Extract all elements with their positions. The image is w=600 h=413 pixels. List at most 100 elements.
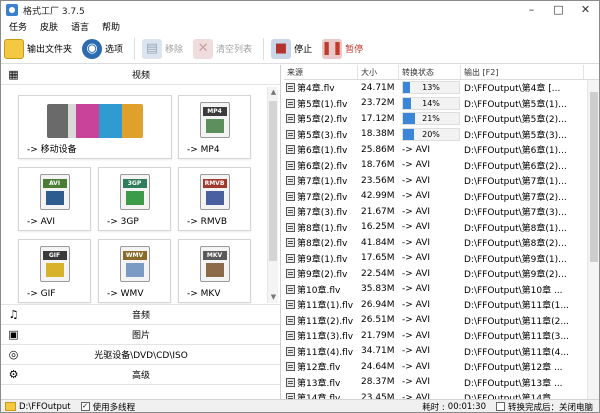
table-row[interactable]: 第5章(1).flv 23.72M 14% D:\FFOutput\第5章(1)... — [284, 96, 599, 112]
output-cell: D:\FFOutput\第6章(2)... — [464, 161, 567, 172]
stop-button[interactable]: ■ 停止 — [268, 36, 315, 62]
tile-avi[interactable]: AVI -> AVI — [18, 167, 91, 231]
progress-bar: 20% — [402, 127, 460, 141]
table-row[interactable]: 第4章.flv 24.71M 13% D:\FFOutput\第4章 [... — [284, 80, 599, 96]
table-row[interactable]: 第5章(3).flv 18.38M 20% D:\FFOutput\第5章(3)... — [284, 127, 599, 143]
table-row[interactable]: 第11章(1).flv 26.94M -> AVI D:\FFOutput\第11章(… — [284, 297, 599, 313]
toolbar-divider — [134, 37, 136, 60]
table-row[interactable]: 第7章(2).flv 42.99M -> AVI D:\FFOutput\第7章(2)… — [284, 189, 599, 205]
video-file-icon — [286, 207, 295, 217]
table-row[interactable]: 第11章(3).flv 21.79M -> AVI D:\FFOutput\第11章(… — [284, 328, 599, 344]
column-status[interactable]: 转换状态 — [399, 65, 461, 79]
options-button[interactable]: ◉ 选项 — [79, 36, 126, 62]
elapsed-time: 00:01:30 — [447, 401, 486, 412]
window-title: 格式工厂 3.7.5 — [23, 6, 85, 17]
tile-mobile-device[interactable]: -> 移动设备 — [18, 95, 172, 159]
video-file-icon — [286, 145, 295, 155]
elapsed-label: 耗时 : — [422, 402, 445, 413]
status-cell: -> AVI — [402, 268, 431, 279]
tile-mobile-device-label: -> 移动设备 — [27, 145, 77, 155]
function-panel-scrollbar[interactable]: ▲ ▼ — [267, 87, 278, 303]
maximize-button[interactable]: □ — [545, 1, 572, 19]
category-optical-drive-label: 光驱设备\DVD\CD\ISO — [94, 351, 188, 361]
tile-gif-label: -> GIF — [27, 289, 56, 299]
table-row[interactable]: 第7章(1).flv 23.56M -> AVI D:\FFOutput\第7章(1)… — [284, 173, 599, 189]
tile-3gp[interactable]: 3GP -> 3GP — [98, 167, 171, 231]
scroll-down-icon[interactable]: ▼ — [268, 292, 279, 303]
close-button[interactable]: ✕ — [572, 1, 599, 19]
clear-list-label: 清空列表 — [216, 45, 253, 55]
column-source[interactable]: 来源 — [284, 65, 358, 79]
pause-button[interactable]: ❚❚ 暂停 — [319, 36, 366, 62]
table-row[interactable]: 第11章(4).flv 34.71M -> AVI D:\FFOutput\第11章(… — [284, 344, 599, 360]
size-cell: 28.37M — [361, 377, 395, 388]
size-cell: 42.99M — [361, 191, 395, 202]
task-list-scrollbar[interactable] — [587, 80, 599, 399]
status-cell: -> AVI — [402, 222, 431, 233]
table-row[interactable]: 第13章.flv 28.37M -> AVI D:\FFOutput\第13章 ... — [284, 375, 599, 391]
category-audio[interactable]: ♫ 音频 — [1, 305, 280, 325]
scroll-thumb[interactable] — [269, 101, 277, 261]
menu-task[interactable]: 任务 — [9, 20, 27, 33]
status-cell: -> AVI — [402, 377, 431, 388]
table-row[interactable]: 第9章(2).flv 22.54M -> AVI D:\FFOutput\第9章(2)… — [284, 266, 599, 282]
size-cell: 21.79M — [361, 330, 395, 341]
table-row[interactable]: 第8章(1).flv 16.25M -> AVI D:\FFOutput\第8章(1)… — [284, 220, 599, 236]
remove-button[interactable]: ▤ 移除 — [139, 36, 186, 62]
table-row[interactable]: 第14章.flv23.45M-> AVID:\FFOutput\第14章 ... — [284, 390, 599, 399]
output-cell: D:\FFOutput\第5章(3)... — [464, 130, 567, 141]
menu-bar: 任务 皮肤 语言 帮助 — [1, 19, 599, 33]
output-folder-button[interactable]: 输出文件夹 — [1, 36, 75, 62]
menu-language[interactable]: 语言 — [71, 20, 89, 33]
category-video-label: 视频 — [131, 71, 150, 81]
status-cell: 13% — [399, 81, 461, 95]
shutdown-checkbox[interactable] — [495, 402, 505, 411]
remove-label: 移除 — [165, 45, 184, 55]
stop-label: 停止 — [294, 45, 313, 55]
progress-bar: 13% — [402, 81, 460, 95]
video-file-icon — [286, 284, 295, 294]
multithread-checkbox[interactable]: ✓ — [80, 402, 90, 411]
tile-mkv[interactable]: MKV -> MKV — [178, 239, 251, 303]
status-cell: -> AVI — [402, 253, 431, 264]
output-cell: D:\FFOutput\第11章(1... — [464, 301, 569, 312]
mkv-icon: MKV — [199, 246, 230, 282]
category-advanced[interactable]: ⚙ 高级 — [1, 365, 280, 385]
video-file-icon — [286, 315, 295, 325]
source-cell: 第8章(2).flv — [284, 236, 358, 249]
table-row[interactable]: 第12章.flv 24.64M -> AVI D:\FFOutput\第12章 ... — [284, 359, 599, 375]
video-file-icon — [286, 222, 295, 232]
output-cell: D:\FFOutput\第12章 ... — [464, 363, 563, 374]
table-row[interactable]: 第9章(1).flv 17.65M -> AVI D:\FFOutput\第9章(1)… — [284, 251, 599, 267]
toolbar: 输出文件夹 ◉ 选项 ▤ 移除 ✕ 清空列表 ■ 停止 ❚❚ 暂停 — [1, 34, 599, 64]
table-row[interactable]: 第8章(2).flv 41.84M -> AVI D:\FFOutput\第8章(2)… — [284, 235, 599, 251]
output-cell: D:\FFOutput\第5章(1)... — [464, 99, 567, 110]
table-row[interactable]: 第6章(2).flv 18.76M -> AVI D:\FFOutput\第6章(2)… — [284, 158, 599, 174]
tile-rmvb[interactable]: RMVB -> RMVB — [178, 167, 251, 231]
tile-mp4[interactable]: MP4 -> MP4 — [178, 95, 251, 159]
column-output[interactable]: 输出 [F2] — [461, 65, 584, 79]
status-cell: -> AVI — [402, 175, 431, 186]
category-optical-drive[interactable]: ◎ 光驱设备\DVD\CD\ISO — [1, 345, 280, 365]
output-path[interactable]: D:\FFOutput — [19, 402, 71, 412]
task-rows: 第4章.flv 24.71M 13% D:\FFOutput\第4章 [... 第5章(… — [284, 80, 599, 399]
table-row[interactable]: 第6章(1).flv 25.86M -> AVI D:\FFOutput\第6章(1)… — [284, 142, 599, 158]
menu-skin[interactable]: 皮肤 — [40, 20, 58, 33]
minimize-button[interactable]: – — [518, 1, 545, 19]
category-picture[interactable]: ▣ 图片 — [1, 325, 280, 345]
table-row[interactable]: 第11章(2).flv 26.51M -> AVI D:\FFOutput\第11章(… — [284, 313, 599, 329]
tile-gif[interactable]: GIF -> GIF — [18, 239, 91, 303]
category-video[interactable]: ▦ 视频 — [1, 65, 280, 85]
scroll-up-icon[interactable]: ▲ — [268, 87, 279, 98]
column-size[interactable]: 大小 — [358, 65, 399, 79]
table-row[interactable]: 第10章.flv 35.83M -> AVI D:\FFOutput\第10章 ... — [284, 282, 599, 298]
tile-3gp-label: -> 3GP — [107, 217, 139, 227]
video-file-icon — [286, 114, 295, 124]
menu-help[interactable]: 帮助 — [102, 20, 120, 33]
clear-list-button[interactable]: ✕ 清空列表 — [190, 36, 255, 62]
scroll-thumb[interactable] — [590, 92, 598, 262]
tile-wmv[interactable]: WMV -> WMV — [98, 239, 171, 303]
source-cell: 第13章.flv — [284, 376, 358, 389]
table-row[interactable]: 第7章(3).flv 21.67M -> AVI D:\FFOutput\第7章(3)… — [284, 204, 599, 220]
table-row[interactable]: 第5章(2).flv 17.12M 21% D:\FFOutput\第5章(2)... — [284, 111, 599, 127]
